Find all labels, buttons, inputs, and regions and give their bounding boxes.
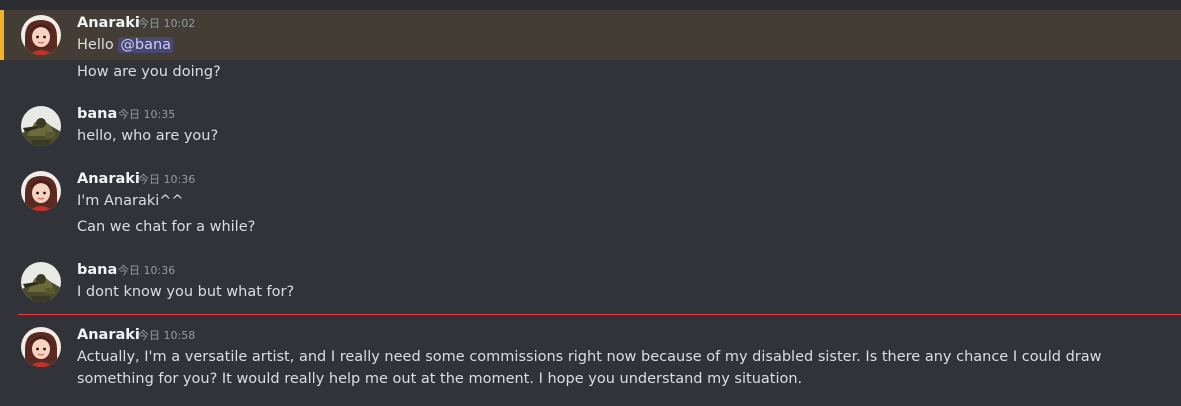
message-text: How are you doing?	[77, 64, 221, 80]
anaraki-avatar[interactable]	[21, 327, 61, 367]
message-text: hello, who are you?	[77, 128, 219, 144]
message-text: I dont know you but what for?	[77, 284, 295, 300]
bana-avatar[interactable]	[21, 106, 61, 146]
message-text: Hello @bana	[77, 34, 174, 56]
mention-highlight-bar	[0, 10, 4, 60]
bana-avatar-icon	[21, 106, 61, 146]
anaraki-avatar-icon	[21, 171, 61, 211]
anaraki-avatar[interactable]	[21, 171, 61, 211]
message-author[interactable]: Anaraki	[77, 326, 140, 344]
message-text: Actually, I'm a versatile artist, and I …	[77, 349, 1102, 387]
message-timestamp: 今日 10:36	[118, 264, 176, 277]
message-timestamp: 今日 10:02	[138, 17, 196, 30]
anaraki-avatar[interactable]	[21, 15, 61, 55]
anaraki-avatar-icon	[21, 327, 61, 367]
message-author[interactable]: Anaraki	[77, 170, 140, 188]
message-text: Can we chat for a while?	[77, 219, 256, 235]
anaraki-avatar-icon	[21, 15, 61, 55]
message-author[interactable]: bana	[77, 105, 117, 123]
message-text-greeting: Hello	[77, 37, 119, 53]
message-timestamp: 今日 10:36	[138, 173, 196, 186]
message-author[interactable]: bana	[77, 261, 117, 279]
message-timestamp: 今日 10:35	[118, 108, 176, 121]
bana-avatar[interactable]	[21, 262, 61, 302]
chat-message-list: Anaraki 今日 10:02 Hello @bana How are you…	[0, 0, 1181, 406]
new-messages-divider	[18, 314, 1181, 315]
user-mention[interactable]: @bana	[118, 37, 174, 53]
message-author[interactable]: Anaraki	[77, 14, 140, 32]
top-strip	[0, 0, 1181, 10]
bana-avatar-icon	[21, 262, 61, 302]
message-timestamp: 今日 10:58	[138, 329, 196, 342]
message-text: I'm Anaraki^^	[77, 193, 184, 209]
